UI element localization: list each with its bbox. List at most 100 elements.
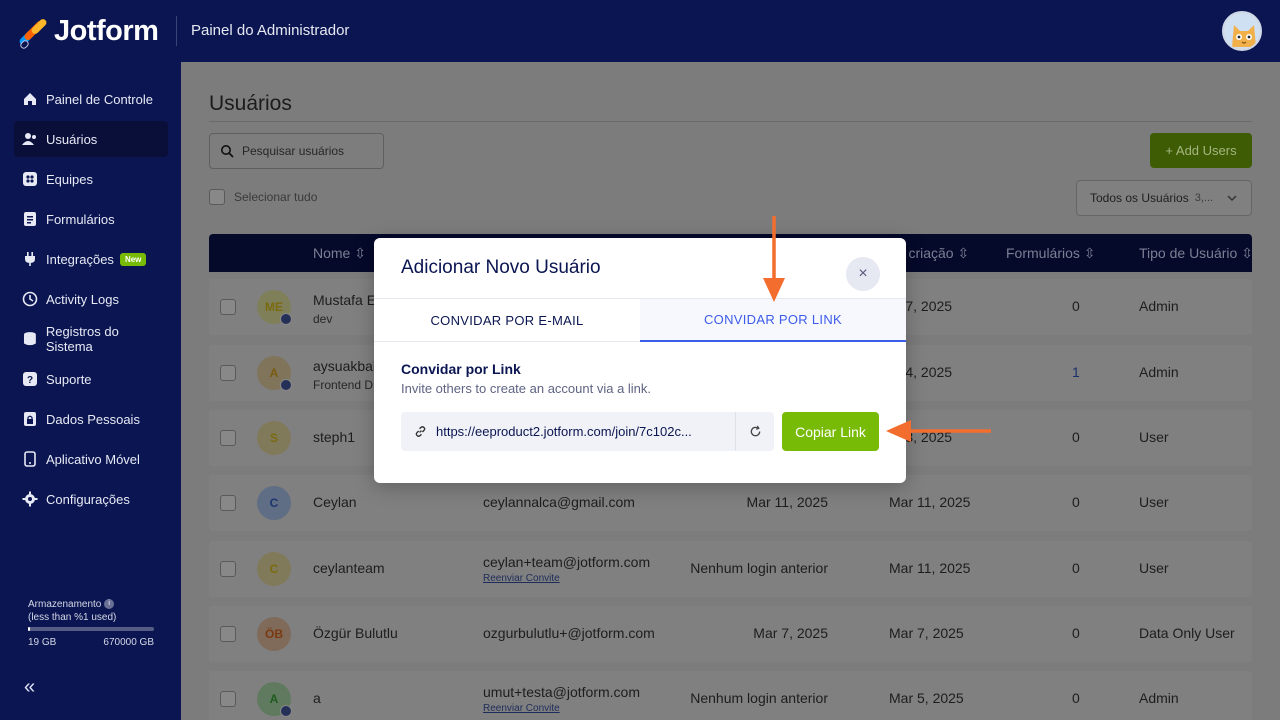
modal-title: Adicionar Novo Usuário	[401, 257, 601, 278]
user-name[interactable]: ceylanteam	[313, 560, 385, 576]
storage-total: 670000 GB	[103, 637, 154, 648]
column-header-label: Formulários	[1006, 245, 1080, 261]
sidebar-item-aplicativo-movel[interactable]: Aplicativo Móvel	[14, 441, 168, 477]
column-header-forms[interactable]: Formulários ⇳	[1006, 245, 1096, 262]
close-button[interactable]: ×	[846, 257, 880, 291]
row-checkbox[interactable]	[220, 561, 236, 577]
filter-count: 3,...	[1194, 192, 1214, 204]
add-users-button[interactable]: + Add Users	[1150, 133, 1252, 168]
page-title: Usuários	[209, 92, 292, 115]
column-header-type[interactable]: Tipo de Usuário ⇳	[1139, 245, 1253, 262]
storage-used: 19 GB	[28, 637, 57, 648]
section-description: Invite others to create an account via a…	[401, 381, 652, 396]
sidebar-item-activity-logs[interactable]: Activity Logs	[14, 281, 168, 317]
sidebar-item-integracoes[interactable]: Integrações New	[14, 241, 168, 277]
sidebar-item-configuracoes[interactable]: Configurações	[14, 481, 168, 517]
copy-link-button[interactable]: Copiar Link	[782, 412, 879, 451]
table-row[interactable]: Aa umut+testa@jotform.com Reenviar Convite…	[209, 671, 1252, 720]
user-type: User	[1139, 560, 1169, 576]
account-avatar[interactable]	[1222, 11, 1262, 51]
invite-link-url: https://eeproduct2.jotform.com/join/7c10…	[436, 424, 692, 439]
sidebar-item-dados-pessoais[interactable]: Dados Pessoais	[14, 401, 168, 437]
select-all[interactable]: Selecionar tudo	[209, 189, 317, 205]
row-checkbox[interactable]	[220, 365, 236, 381]
collapse-sidebar-icon[interactable]: «	[24, 676, 35, 699]
refresh-icon[interactable]	[749, 425, 762, 438]
table-row[interactable]: Cceylanteam ceylan+team@jotform.com Reenvi…	[209, 541, 1252, 597]
svg-text:?: ?	[27, 375, 33, 386]
logo-text: Jotform	[54, 14, 159, 47]
user-name[interactable]: Ceylan	[313, 494, 357, 510]
storage-sub: (less than %1 used)	[28, 612, 117, 623]
user-name[interactable]: Özgür Bulutlu	[313, 625, 398, 641]
user-type: Data Only User	[1139, 625, 1235, 641]
page-heading: Painel do Administrador	[191, 22, 350, 39]
sidebar-item-painel-de-controle[interactable]: Painel de Controle	[14, 81, 168, 117]
user-type-filter[interactable]: Todos os Usuários 3,...	[1076, 180, 1252, 216]
row-checkbox[interactable]	[220, 299, 236, 315]
avatar: A	[257, 356, 292, 391]
info-icon[interactable]: i	[104, 599, 115, 610]
sidebar-item-label: Usuários	[46, 131, 98, 147]
last-login: Nenhum login anterior	[690, 690, 828, 706]
sidebar-item-formularios[interactable]: Formulários	[14, 201, 168, 237]
user-name[interactable]: aysuakbal	[313, 358, 376, 374]
avatar: ÖB	[257, 617, 291, 651]
user-name[interactable]: a	[313, 690, 321, 706]
avatar-initials: C	[269, 562, 279, 576]
created-date: Mar 5, 2025	[889, 690, 964, 706]
avatar-initials: A	[269, 366, 279, 380]
select-all-label: Selecionar tudo	[234, 190, 318, 204]
avatar-initials: ÖB	[265, 627, 283, 641]
user-name[interactable]: steph1	[313, 429, 355, 445]
created-date: Mar 11, 2025	[889, 560, 971, 576]
form-count: 0	[1072, 690, 1080, 706]
row-checkbox[interactable]	[220, 495, 236, 511]
tab-invite-by-email[interactable]: CONVIDAR POR E-MAIL	[374, 299, 640, 342]
chevron-down-icon	[1227, 195, 1237, 202]
avatar-initials: ME	[265, 300, 283, 314]
mobile-icon	[24, 451, 36, 467]
avatar-initials: C	[269, 496, 279, 510]
row-checkbox[interactable]	[220, 691, 236, 707]
jotform-logo[interactable]: Jotform	[18, 14, 159, 51]
select-all-checkbox[interactable]	[209, 189, 225, 205]
search-input[interactable]: Pesquisar usuários	[209, 133, 384, 169]
resend-invite-link[interactable]: Reenviar Convite	[483, 573, 560, 584]
form-count: 0	[1072, 429, 1080, 445]
storage-label-row: Armazenamento i	[28, 598, 154, 611]
sidebar-item-label: Configurações	[46, 491, 130, 507]
avatar: C	[257, 486, 291, 520]
row-checkbox[interactable]	[220, 626, 236, 642]
users-icon	[22, 133, 36, 145]
column-header-label: Nome	[313, 245, 351, 261]
sidebar-item-label: Painel de Controle	[46, 91, 153, 107]
user-name[interactable]: Mustafa E	[313, 292, 376, 308]
user-type: User	[1139, 429, 1169, 445]
sidebar-item-label: Suporte	[46, 371, 92, 387]
plug-icon	[25, 252, 35, 266]
column-header-name[interactable]: Nome ⇳	[313, 245, 366, 262]
resend-invite-link[interactable]: Reenviar Convite	[483, 703, 560, 714]
last-login: Nenhum login anterior	[690, 560, 828, 576]
table-row[interactable]: C Ceylan ceylannalca@gmail.com Mar 11, 2025…	[209, 475, 1252, 531]
invite-link-field[interactable]: https://eeproduct2.jotform.com/join/7c10…	[401, 412, 774, 451]
form-count[interactable]: 1	[1072, 364, 1080, 380]
sidebar-item-usuarios[interactable]: Usuários	[14, 121, 168, 157]
app-window: Jotform Painel do Administrador Painel d…	[0, 0, 1280, 720]
table-row[interactable]: ÖB Özgür Bulutlu ozgurbulutlu+@jotform.com…	[209, 606, 1252, 662]
admin-star-icon	[280, 379, 292, 391]
sidebar-item-registros-do-sistema[interactable]: Registros do Sistema	[14, 321, 168, 357]
sidebar-item-suporte[interactable]: ? Suporte	[14, 361, 168, 397]
search-placeholder: Pesquisar usuários	[242, 144, 345, 158]
sidebar-item-equipes[interactable]: Equipes	[14, 161, 168, 197]
last-login: Mar 11, 2025	[746, 494, 828, 510]
user-title: dev	[313, 312, 333, 326]
user-title: Frontend D	[313, 378, 374, 392]
admin-star-icon	[280, 705, 292, 717]
last-login: Mar 7, 2025	[753, 625, 828, 641]
storage-widget: Armazenamento i (less than %1 used) 19 G…	[28, 598, 154, 649]
top-bar: Jotform Painel do Administrador	[0, 0, 1280, 62]
gear-icon	[22, 491, 38, 507]
row-checkbox[interactable]	[220, 430, 236, 446]
